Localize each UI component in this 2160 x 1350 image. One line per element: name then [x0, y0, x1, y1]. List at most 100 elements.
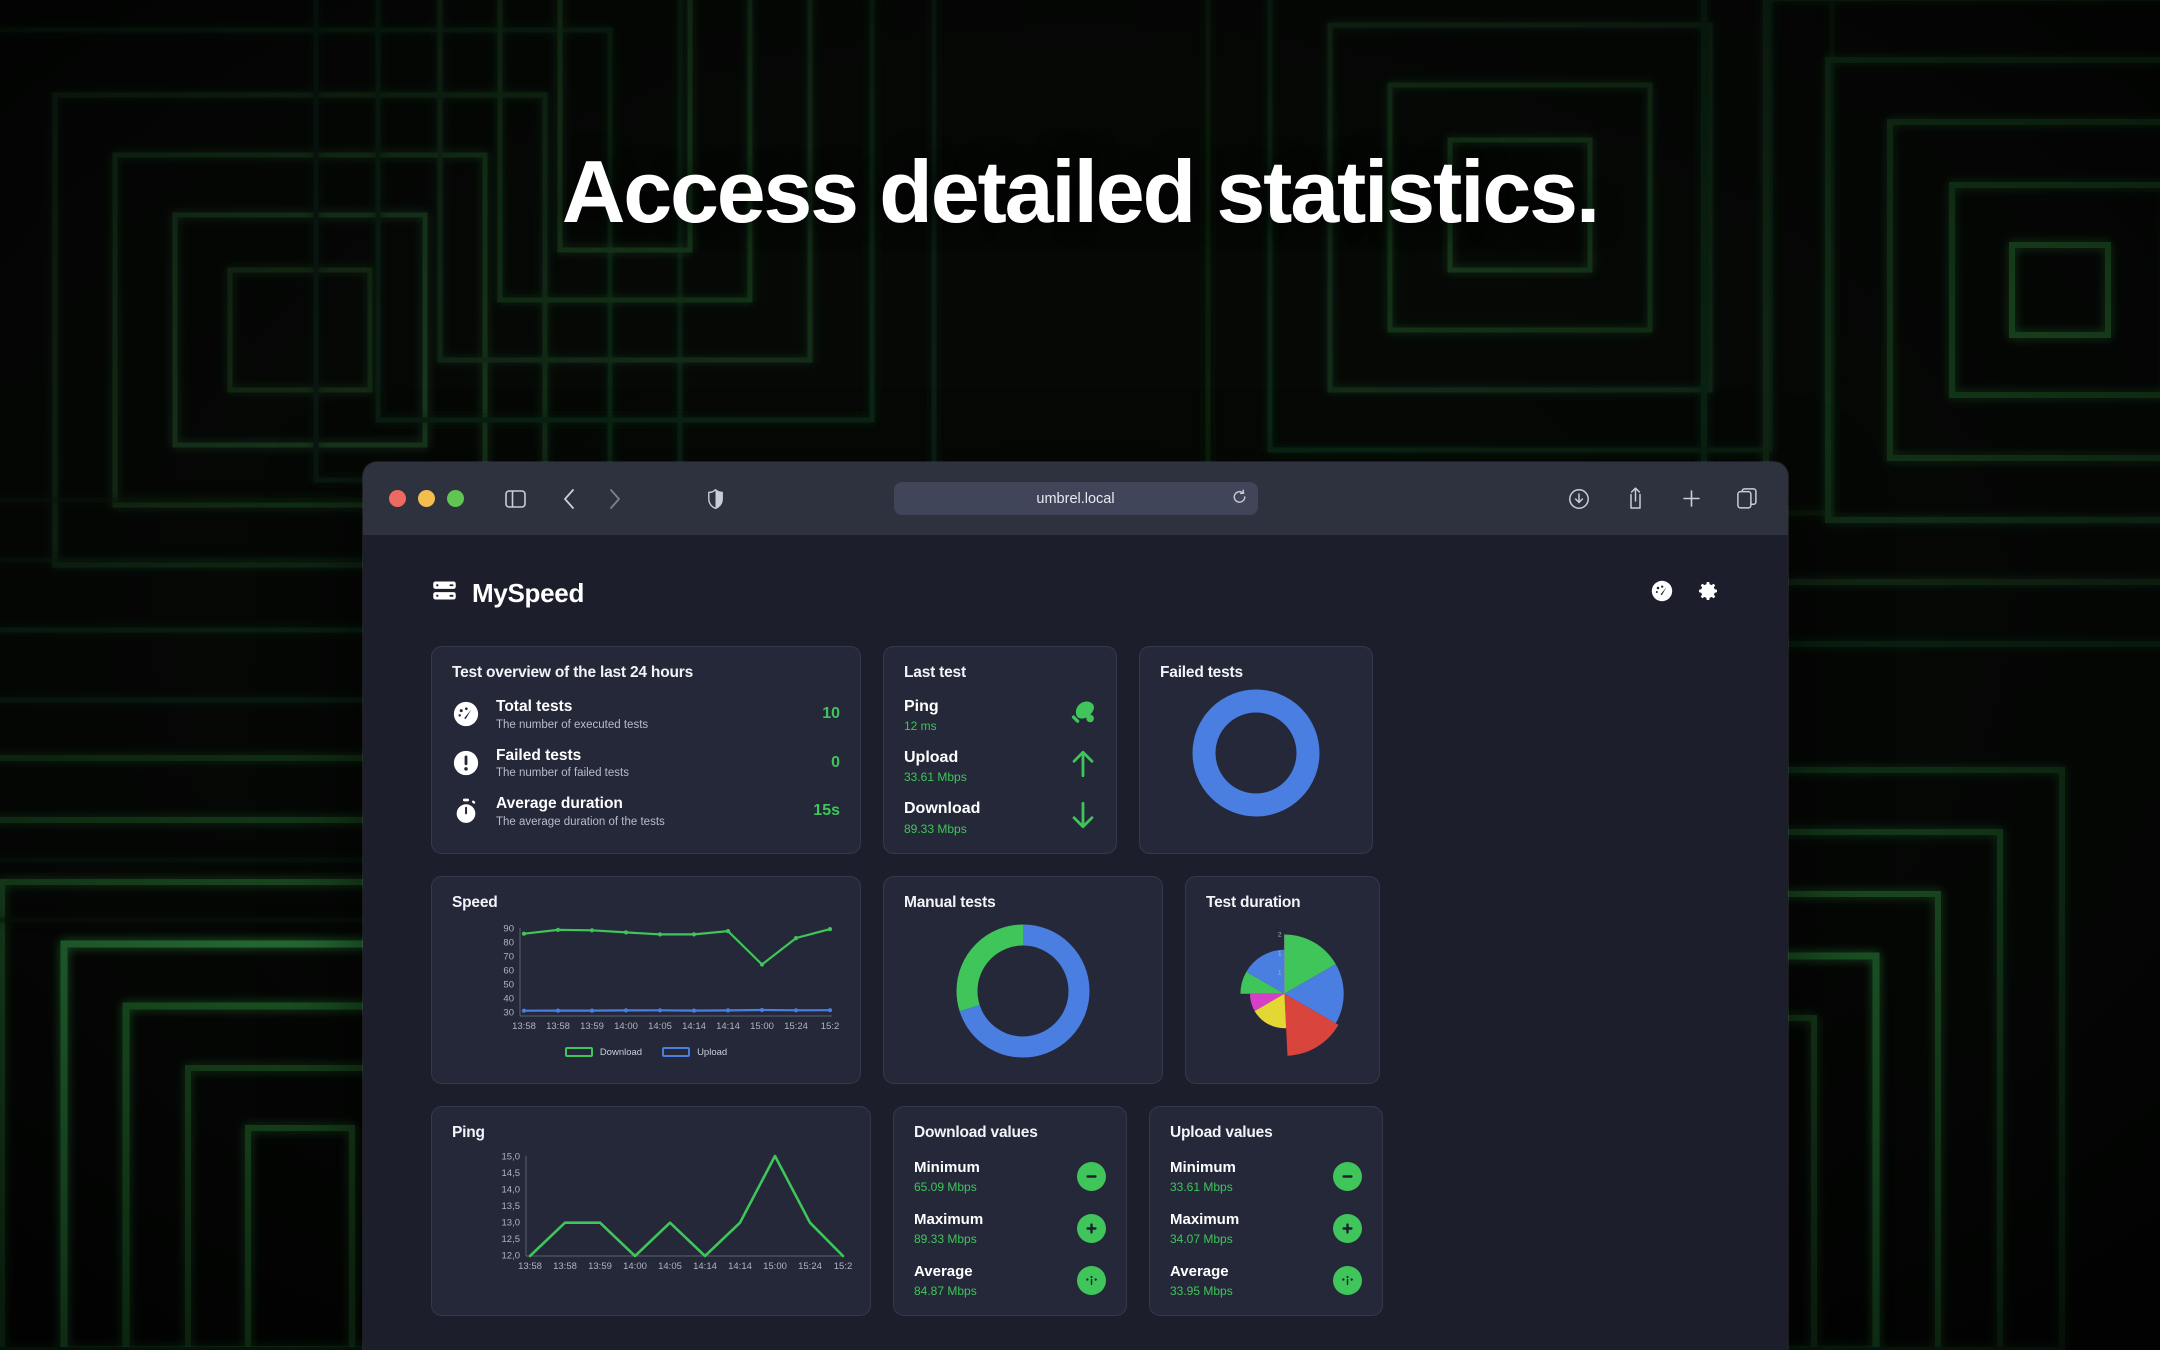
svg-text:15:00: 15:00: [750, 1021, 774, 1032]
last-test-label: Upload: [904, 749, 959, 767]
failed-tests-donut-chart: [1160, 688, 1352, 818]
svg-text:15:00: 15:00: [763, 1261, 787, 1272]
last-test-value: 12 ms: [904, 719, 937, 734]
svg-text:15:24: 15:24: [784, 1021, 808, 1032]
svg-text:60: 60: [503, 965, 514, 976]
dashboard-row-1: Test overview of the last 24 hours Total…: [431, 646, 1720, 854]
legend-swatch: [662, 1047, 691, 1058]
page-headline: Access detailed statistics.: [561, 142, 1600, 241]
test-duration-card: Test duration 2 1 1: [1185, 875, 1380, 1084]
svg-text:80: 80: [503, 937, 514, 948]
reload-icon[interactable]: [1232, 489, 1247, 508]
server-icon: [431, 577, 458, 609]
overview-value: 0: [831, 753, 840, 771]
overview-label: Total tests: [496, 698, 573, 715]
overview-row-average-duration: Average duration The average duration of…: [452, 795, 840, 828]
card-title: Speed: [452, 893, 498, 911]
card-title: Last test: [904, 664, 966, 681]
test-overview-card: Test overview of the last 24 hours Total…: [431, 646, 861, 854]
stat-value: 84.87 Mbps: [914, 1283, 977, 1298]
last-test-label: Ping: [904, 698, 939, 715]
svg-text:40: 40: [503, 993, 514, 1004]
svg-text:13:58: 13:58: [546, 1021, 570, 1032]
stat-label: Minimum: [914, 1158, 980, 1176]
close-window-button[interactable]: [389, 490, 406, 507]
overview-value: 15s: [813, 802, 840, 820]
svg-text:14:14: 14:14: [682, 1021, 706, 1032]
upload-average-row: Average 33.95 Mbps: [1170, 1263, 1362, 1298]
svg-text:1: 1: [1278, 969, 1282, 976]
stat-label: Maximum: [914, 1210, 984, 1228]
svg-text:14,0: 14,0: [502, 1184, 521, 1195]
plus-icon[interactable]: [1676, 484, 1706, 514]
overview-label: Average duration: [496, 795, 623, 813]
alert-circle-icon: [452, 749, 480, 777]
svg-text:14,5: 14,5: [502, 1168, 521, 1179]
sidebar-icon[interactable]: [500, 484, 530, 514]
overview-subtitle: The average duration of the tests: [496, 815, 665, 828]
stat-value: 34.07 Mbps: [1170, 1231, 1233, 1246]
svg-text:13:58: 13:58: [553, 1261, 577, 1272]
svg-text:14:00: 14:00: [623, 1261, 647, 1272]
card-title: Test duration: [1206, 893, 1301, 911]
download-average-row: Average 84.87 Mbps: [914, 1263, 1106, 1298]
download-minimum-row: Minimum 65.09 Mbps: [914, 1159, 1106, 1194]
svg-text:15:2: 15:2: [821, 1021, 840, 1032]
gauge-circle-icon: [1333, 1265, 1362, 1295]
svg-text:14:05: 14:05: [658, 1261, 682, 1272]
svg-text:12,5: 12,5: [502, 1234, 521, 1245]
arrow-down-icon: [1070, 800, 1096, 835]
card-title: Upload values: [1170, 1123, 1273, 1141]
forward-arrow-icon[interactable]: [600, 484, 630, 514]
svg-text:13:58: 13:58: [512, 1021, 536, 1032]
overview-subtitle: The number of failed tests: [496, 767, 629, 780]
overview-value: 10: [822, 705, 840, 723]
svg-text:15,0: 15,0: [502, 1151, 521, 1162]
stat-value: 65.09 Mbps: [914, 1179, 977, 1194]
speed-line-chart: 90 80 70 60 50 40 30 13:58 13:58 13:59 1…: [452, 918, 840, 1058]
gauge-circle-icon: [1077, 1265, 1106, 1295]
address-bar[interactable]: umbrel.local: [893, 482, 1258, 515]
svg-text:13:59: 13:59: [588, 1261, 612, 1272]
stat-label: Average: [1170, 1262, 1229, 1280]
arrow-up-icon: [1070, 749, 1096, 784]
app-header: MySpeed: [431, 562, 1720, 624]
ping-line-chart: 15,0 14,5 14,0 13,5 13,0 12,5 12,0 13:58…: [452, 1148, 853, 1281]
downloads-icon[interactable]: [1564, 484, 1594, 514]
stat-value: 89.33 Mbps: [914, 1231, 977, 1246]
maximize-window-button[interactable]: [447, 490, 464, 507]
minus-circle-icon: [1077, 1161, 1106, 1191]
stat-value: 33.95 Mbps: [1170, 1283, 1233, 1298]
overview-row-total-tests: Total tests The number of executed tests…: [452, 698, 840, 731]
svg-text:14:05: 14:05: [648, 1021, 672, 1032]
dashboard-row-2: Speed 90 80 70 60 50 40 30 13:58 13:58 1…: [431, 875, 1720, 1084]
stopwatch-icon: [452, 797, 480, 825]
last-test-value: 89.33 Mbps: [904, 821, 967, 836]
minimize-window-button[interactable]: [418, 490, 435, 507]
url-text: umbrel.local: [1036, 490, 1115, 507]
legend-label: Download: [599, 1046, 643, 1058]
shield-icon[interactable]: [700, 484, 730, 514]
legend-item-download[interactable]: Download: [564, 1046, 643, 1058]
overview-subtitle: The number of executed tests: [496, 718, 649, 731]
legend-label: Upload: [697, 1046, 728, 1058]
speedometer-icon: [452, 700, 480, 728]
back-arrow-icon[interactable]: [554, 484, 584, 514]
last-test-row-ping: Ping 12 ms: [904, 697, 1096, 733]
legend-item-upload[interactable]: Upload: [662, 1047, 727, 1058]
window-controls[interactable]: [389, 490, 464, 507]
ping-pong-paddle-icon: [1070, 700, 1096, 731]
speedtest-icon[interactable]: [1650, 579, 1674, 608]
share-icon[interactable]: [1620, 484, 1650, 514]
tab-overview-icon[interactable]: [1732, 484, 1762, 514]
last-test-label: Download: [904, 800, 981, 818]
plus-circle-icon: [1077, 1213, 1106, 1243]
test-duration-polar-chart: 2 1 1: [1206, 912, 1359, 1064]
app-brand[interactable]: MySpeed: [431, 577, 584, 609]
gear-icon[interactable]: [1696, 579, 1720, 608]
card-title: Download values: [914, 1123, 1038, 1141]
svg-text:90: 90: [503, 923, 514, 934]
svg-text:12,0: 12,0: [502, 1250, 521, 1261]
svg-text:1: 1: [1278, 950, 1282, 957]
download-maximum-row: Maximum 89.33 Mbps: [914, 1211, 1106, 1246]
